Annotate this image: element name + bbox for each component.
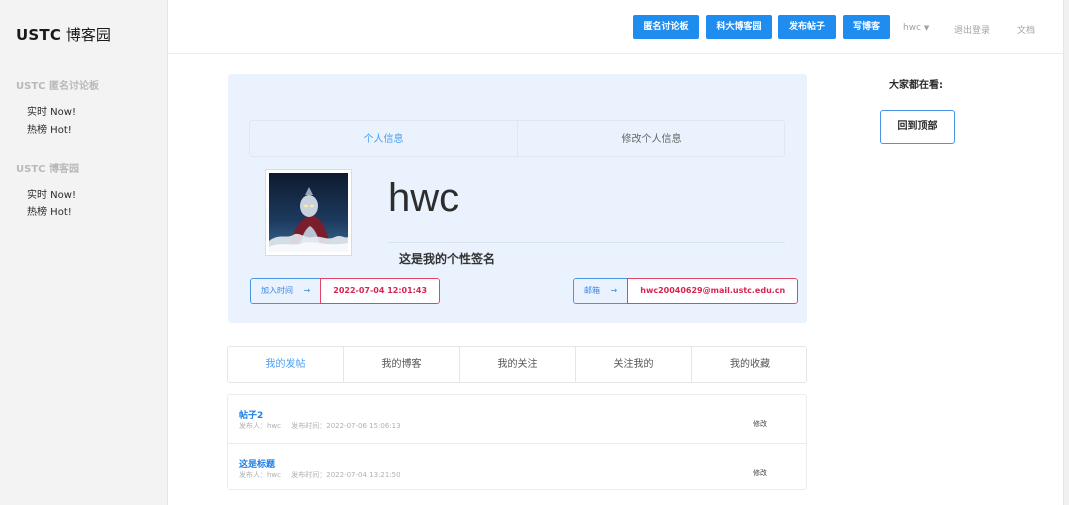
profile-signature: 这是我的个性签名 <box>399 252 496 266</box>
edit-post-button[interactable]: 修改 <box>753 468 767 478</box>
write-blog-button[interactable]: 写博客 <box>843 15 890 39</box>
sidebar-item-blog-hot[interactable]: 热榜 Hot! <box>27 203 72 218</box>
profile-username: hwc <box>388 176 460 220</box>
join-time-group: 加入时间 → 2022-07-04 12:01:43 <box>250 278 441 304</box>
avatar <box>265 169 352 256</box>
sidebar-item-forum-hot[interactable]: 热榜 Hot! <box>27 121 72 136</box>
email-label: 邮箱 → <box>573 278 628 304</box>
top-navbar: 匿名讨论板 科大博客园 发布帖子 写博客 hwc ▼ 退出登录 文档 <box>168 0 1069 54</box>
post-title[interactable]: 这是标题 <box>239 457 275 470</box>
list-item: 这是标题 发布人：hwc 发布时间：2022-07-04 13:21:50 修改 <box>228 443 806 491</box>
docs-link[interactable]: 文档 <box>1017 23 1035 36</box>
list-item: 帖子2 发布人：hwc 发布时间：2022-07-06 15:06:13 修改 <box>228 395 806 443</box>
user-menu-label: hwc <box>903 23 922 33</box>
sidebar-section-forum: USTC 匿名讨论板 <box>16 81 99 92</box>
email-label-text: 邮箱 <box>584 286 600 295</box>
brand-logo[interactable]: USTC 博客园 <box>16 24 111 45</box>
post-meta: 发布人：hwc 发布时间：2022-07-04 13:21:50 <box>239 470 401 480</box>
email-value: hwc20040629@mail.ustc.edu.cn <box>627 278 799 304</box>
tab-my-favorites[interactable]: 我的收藏 <box>692 347 808 382</box>
tab-my-blogs[interactable]: 我的博客 <box>344 347 460 382</box>
tab-my-following[interactable]: 我的关注 <box>460 347 576 382</box>
blog-garden-button[interactable]: 科大博客园 <box>706 15 772 39</box>
sidebar-section-blog: USTC 博客园 <box>16 164 79 175</box>
email-group: 邮箱 → hwc20040629@mail.ustc.edu.cn <box>573 278 799 304</box>
post-time: 发布时间：2022-07-06 15:06:13 <box>291 422 401 430</box>
post-title[interactable]: 帖子2 <box>239 408 263 421</box>
trending-title: 大家都在看: <box>889 80 943 91</box>
scrollbar[interactable] <box>1063 0 1069 505</box>
user-menu[interactable]: hwc ▼ <box>903 23 929 33</box>
publish-post-button[interactable]: 发布帖子 <box>778 15 836 39</box>
sidebar: USTC 博客园 USTC 匿名讨论板 实时 Now! 热榜 Hot! USTC… <box>0 0 168 505</box>
tab-my-posts[interactable]: 我的发帖 <box>228 347 344 382</box>
caret-down-icon: ▼ <box>923 24 930 32</box>
brand-rest: 博客园 <box>65 26 111 44</box>
forum-button[interactable]: 匿名讨论板 <box>633 15 699 39</box>
arrow-right-icon: → <box>303 286 311 295</box>
post-time: 发布时间：2022-07-04 13:21:50 <box>291 471 401 479</box>
tab-edit-profile[interactable]: 修改个人信息 <box>518 121 785 158</box>
tab-profile-info[interactable]: 个人信息 <box>250 121 517 158</box>
logout-link[interactable]: 退出登录 <box>954 23 990 36</box>
back-to-top-button[interactable]: 回到顶部 <box>880 110 955 144</box>
sidebar-item-blog-now[interactable]: 实时 Now! <box>27 186 76 201</box>
profile-tabs: 个人信息 修改个人信息 <box>249 120 785 158</box>
join-time-label-text: 加入时间 <box>261 286 293 295</box>
avatar-image <box>269 173 348 252</box>
join-time-label: 加入时间 → <box>250 278 321 304</box>
brand-bold: USTC <box>16 26 62 44</box>
post-author: 发布人：hwc <box>239 471 282 479</box>
edit-post-button[interactable]: 修改 <box>753 419 767 429</box>
sidebar-item-forum-now[interactable]: 实时 Now! <box>27 103 76 118</box>
tab-my-followers[interactable]: 关注我的 <box>576 347 692 382</box>
join-time-value: 2022-07-04 12:01:43 <box>320 278 441 304</box>
content-tabs: 我的发帖 我的博客 我的关注 关注我的 我的收藏 <box>227 346 807 383</box>
signature-divider <box>388 242 785 243</box>
post-author: 发布人：hwc <box>239 422 282 430</box>
post-list: 帖子2 发布人：hwc 发布时间：2022-07-06 15:06:13 修改 … <box>227 394 807 490</box>
arrow-right-icon: → <box>610 286 618 295</box>
post-meta: 发布人：hwc 发布时间：2022-07-06 15:06:13 <box>239 421 401 431</box>
